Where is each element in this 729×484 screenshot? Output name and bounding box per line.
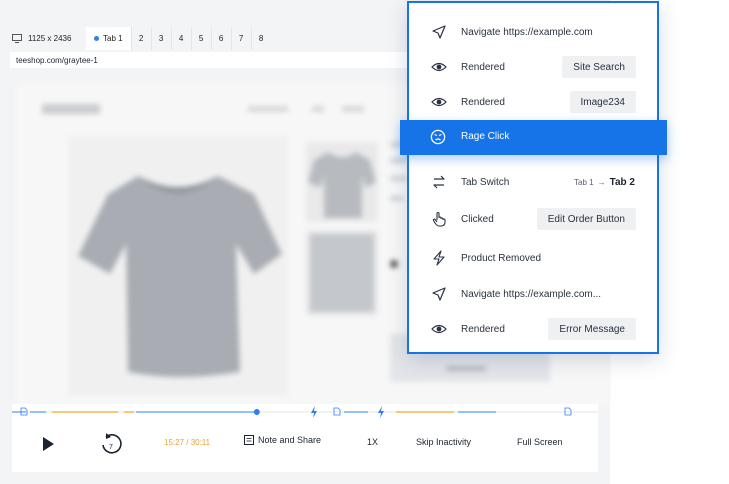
product-thumbnail xyxy=(306,142,378,222)
site-nav-item xyxy=(248,106,288,112)
event-label: Navigate https://example.com xyxy=(461,26,593,38)
tab-label: 5 xyxy=(198,34,204,43)
monitor-icon xyxy=(12,34,22,43)
event-row-navigate[interactable]: Navigate https://example.com xyxy=(409,15,657,49)
event-label: Clicked xyxy=(461,213,494,225)
note-icon xyxy=(244,435,254,445)
tab-label: 2 xyxy=(138,34,144,43)
navigate-icon xyxy=(432,25,446,39)
tab-3[interactable]: 3 xyxy=(150,27,171,50)
event-target-tag: Site Search xyxy=(562,56,636,78)
event-row-tab-switch[interactable]: Tab Switch Tab 1 → Tab 2 xyxy=(409,165,657,199)
color-swatch xyxy=(390,260,398,268)
timeline-progress-knob xyxy=(253,409,260,415)
rewind-icon: 7 xyxy=(102,433,122,454)
event-target-tag: Image234 xyxy=(569,91,636,113)
replay-player: 7 15:27 / 30:11 Note and Share 1X Skip I… xyxy=(12,404,598,472)
tab-6[interactable]: 6 xyxy=(210,27,231,50)
product-text-line xyxy=(446,366,486,371)
event-row-rendered[interactable]: Rendered Error Message xyxy=(409,312,657,346)
event-row-navigate[interactable]: Navigate https://example.com... xyxy=(409,277,657,311)
event-row-product-removed[interactable]: Product Removed xyxy=(409,241,657,275)
tab-label: 7 xyxy=(238,34,244,43)
tab-8[interactable]: 8 xyxy=(250,27,271,50)
tshirt-image xyxy=(78,176,282,377)
playback-speed-button[interactable]: 1X xyxy=(367,437,378,447)
event-target-tag: Edit Order Button xyxy=(536,208,636,230)
tab-switch-from: Tab 1 xyxy=(574,177,594,187)
rewind-seconds: 7 xyxy=(109,444,113,451)
tab-label: 6 xyxy=(218,34,224,43)
event-row-rendered[interactable]: Rendered Site Search xyxy=(409,50,657,84)
tab-bar: Tab 1 2 3 4 5 6 7 8 xyxy=(86,27,271,50)
event-row-rendered[interactable]: Rendered Image234 xyxy=(409,85,657,119)
site-logo xyxy=(42,104,100,114)
product-text-line xyxy=(390,196,404,201)
event-label: Product Removed xyxy=(461,252,542,264)
eye-icon xyxy=(431,62,447,72)
event-target-tag: Error Message xyxy=(548,318,636,340)
viewport-size-label: 1125 x 2436 xyxy=(28,34,72,43)
thumbnail-image xyxy=(310,234,374,312)
eye-icon xyxy=(431,97,447,107)
tab-switch-detail: Tab 1 → Tab 2 xyxy=(574,177,635,188)
event-label: Rendered xyxy=(461,61,505,73)
playback-time: 15:27 / 30:11 xyxy=(164,438,211,447)
url-text: teeshop.com/graytee-1 xyxy=(16,55,98,65)
product-text-line xyxy=(390,176,408,181)
tab-label: 4 xyxy=(178,34,184,43)
note-and-share-button[interactable]: Note and Share xyxy=(244,435,321,445)
rewind-button[interactable]: 7 xyxy=(98,431,124,457)
full-screen-button[interactable]: Full Screen xyxy=(517,437,563,447)
skip-inactivity-button[interactable]: Skip Inactivity xyxy=(416,437,471,447)
tab-label: Tab 1 xyxy=(103,34,123,43)
event-label: Tab Switch xyxy=(461,176,510,188)
tab-2[interactable]: 2 xyxy=(130,27,151,50)
event-label: Navigate https://example.com... xyxy=(461,288,602,300)
site-nav-item xyxy=(312,106,324,112)
rage-face-icon xyxy=(430,129,446,145)
viewport-size: 1125 x 2436 xyxy=(12,34,82,43)
event-row-rage-click[interactable]: Rage Click xyxy=(400,120,667,155)
event-row-clicked[interactable]: Clicked Edit Order Button xyxy=(409,202,657,236)
tab-7[interactable]: 7 xyxy=(230,27,251,50)
tab-label: 8 xyxy=(258,34,264,43)
play-button[interactable] xyxy=(40,436,56,452)
arrow-right-icon: → xyxy=(597,177,606,187)
swap-icon xyxy=(433,175,445,189)
active-tab-dot xyxy=(94,36,99,41)
thumbnail-image xyxy=(308,152,376,218)
product-text-line xyxy=(390,158,406,163)
navigate-icon xyxy=(432,287,446,301)
event-label: Rendered xyxy=(461,323,505,335)
lightning-icon xyxy=(433,250,445,266)
events-panel: Navigate https://example.com Rendered Si… xyxy=(407,1,659,354)
tab-4[interactable]: 4 xyxy=(170,27,191,50)
product-thumbnail xyxy=(306,230,378,316)
player-controls: 7 15:27 / 30:11 Note and Share 1X Skip I… xyxy=(12,422,598,466)
event-label: Rendered xyxy=(461,96,505,108)
event-label: Rage Click xyxy=(461,131,510,142)
replay-timeline[interactable] xyxy=(12,404,598,418)
eye-icon xyxy=(431,324,447,334)
tab-switch-to: Tab 2 xyxy=(609,176,635,188)
pointer-hand-icon xyxy=(432,211,446,227)
tab-5[interactable]: 5 xyxy=(190,27,211,50)
site-nav-item xyxy=(342,106,364,112)
note-and-share-label: Note and Share xyxy=(258,435,322,445)
tab-label: 3 xyxy=(158,34,164,43)
tab-1[interactable]: Tab 1 xyxy=(86,27,131,50)
product-image xyxy=(68,136,288,396)
